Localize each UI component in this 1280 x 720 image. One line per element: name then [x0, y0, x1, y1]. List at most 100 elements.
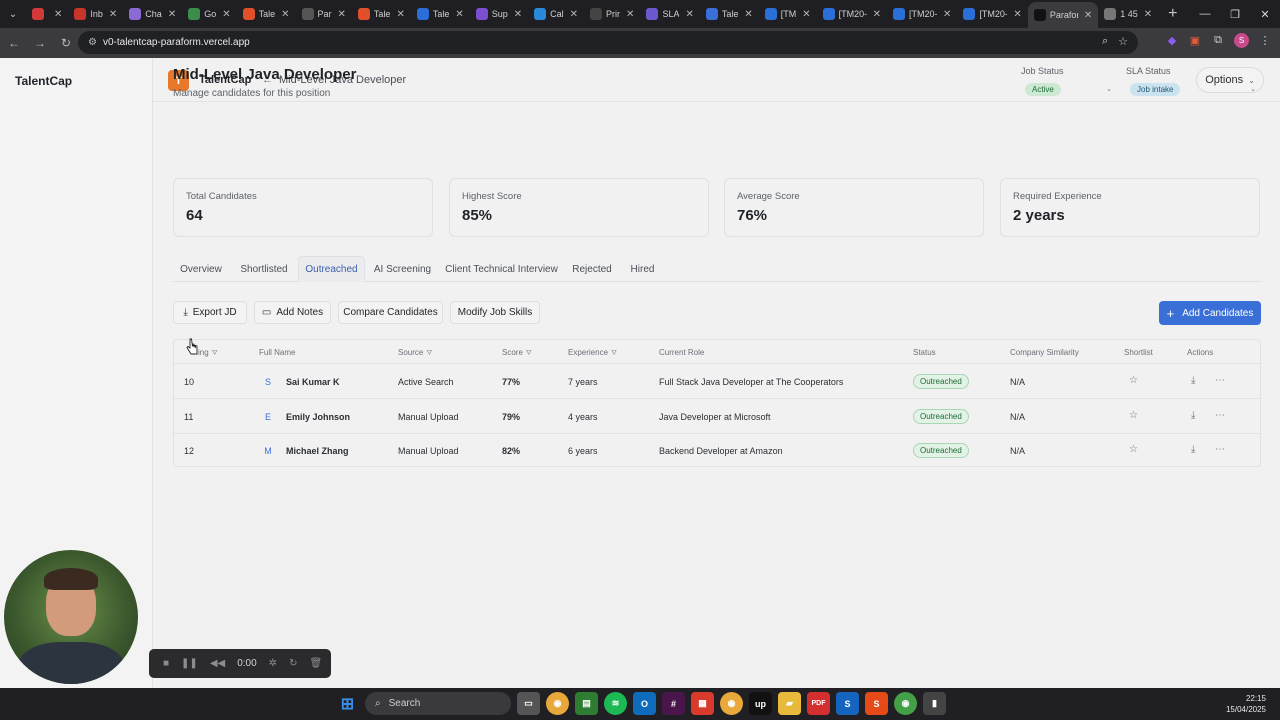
browser-tab[interactable]: [TM20- ✕ — [887, 3, 957, 25]
chrome-icon[interactable]: ◉ — [720, 692, 743, 715]
zoom-icon[interactable]: ⌕ — [1102, 35, 1108, 48]
tab-close-icon[interactable]: ✕ — [338, 9, 346, 20]
tab-close-icon[interactable]: ✕ — [744, 9, 752, 20]
tab-close-icon[interactable]: ✕ — [281, 9, 289, 20]
modify-job-skills-button[interactable]: Modify Job Skills — [450, 301, 540, 324]
app-icon[interactable]: ▤ — [575, 692, 598, 715]
more-icon[interactable]: ⋯ — [1215, 410, 1225, 421]
outlook-icon[interactable]: O — [633, 692, 656, 715]
browser-tab[interactable]: Tale ✕ — [237, 3, 296, 25]
browser-tab[interactable]: Sup ✕ — [470, 3, 528, 25]
tab-outreached[interactable]: Outreached — [298, 256, 365, 282]
tab-close-icon[interactable]: ✕ — [455, 9, 463, 20]
add-candidates-button[interactable]: + Add Candidates — [1159, 301, 1261, 325]
tab-shortlisted[interactable]: Shortlisted — [233, 256, 295, 282]
browser-tab[interactable]: Par ✕ — [296, 3, 352, 25]
tab-close-icon[interactable]: ✕ — [802, 9, 810, 20]
taskbar-search[interactable]: ⌕ Search — [365, 692, 511, 715]
tab-close-icon[interactable]: ✕ — [873, 9, 881, 20]
star-icon[interactable]: ☆ — [1129, 444, 1138, 455]
task-view-icon[interactable]: ▭ — [517, 692, 540, 715]
cell-name[interactable]: Michael Zhang — [286, 446, 349, 456]
browser-tab[interactable]: [TM ✕ — [759, 3, 817, 25]
cell-name[interactable]: Emily Johnson — [286, 412, 350, 422]
pause-icon[interactable]: ❚❚ — [181, 658, 198, 669]
address-bar[interactable]: ⚙ v0-talentcap-paraform.vercel.app ⌕ ☆ — [78, 31, 1138, 54]
tab-close-icon[interactable]: ✕ — [685, 9, 693, 20]
browser-tab[interactable]: [TM20- ✕ — [957, 3, 1027, 25]
tab-close-icon[interactable]: ✕ — [54, 9, 62, 20]
site-info-icon[interactable]: ⚙ — [88, 37, 97, 48]
tab-hired[interactable]: Hired — [624, 256, 661, 282]
settings-icon[interactable]: ✲ — [269, 658, 277, 669]
tab-rejected[interactable]: Rejected — [568, 256, 616, 282]
add-notes-button[interactable]: ▭ Add Notes — [254, 301, 331, 324]
file-explorer-icon[interactable]: ▰ — [778, 692, 801, 715]
browser-tab[interactable]: Parafor ✕ — [1027, 2, 1099, 28]
cell-name[interactable]: Sai Kumar K — [286, 377, 340, 387]
tab-overview[interactable]: Overview — [173, 256, 229, 282]
tab-client-technical-interview[interactable]: Client Technical Interview — [443, 256, 560, 282]
stop-icon[interactable]: ■ — [163, 658, 169, 669]
browser-tab[interactable]: Tale ✕ — [352, 3, 411, 25]
forward-icon[interactable]: → — [28, 31, 52, 55]
browser-tab[interactable]: [TM20- ✕ — [817, 3, 887, 25]
table-row[interactable]: 11 E Emily Johnson Manual Upload 79% 4 y… — [174, 400, 1260, 434]
profile-avatar[interactable]: S — [1234, 33, 1249, 48]
sla-status-select[interactable]: Job intake ⌄ — [1126, 80, 1260, 98]
browser-tab[interactable]: Go ✕ — [182, 3, 236, 25]
browser-tab[interactable]: Tale ✕ — [700, 3, 759, 25]
browser-tab[interactable]: Prir ✕ — [584, 3, 640, 25]
download-icon[interactable]: ⤓ — [1191, 444, 1195, 455]
header-source[interactable]: Source ⛛ — [398, 348, 432, 358]
app-icon[interactable]: ▦ — [691, 692, 714, 715]
download-icon[interactable]: ⤓ — [1191, 410, 1195, 421]
table-row[interactable]: 12 M Michael Zhang Manual Upload 82% 6 y… — [174, 434, 1260, 468]
tab-close-icon[interactable]: ✕ — [168, 9, 176, 20]
sidebar-brand[interactable]: TalentCap — [15, 74, 72, 88]
header-experience[interactable]: Experience ⛛ — [568, 348, 617, 358]
reload-icon[interactable]: ↻ — [54, 31, 78, 55]
header-ranking[interactable]: ing ⛛ — [198, 348, 218, 358]
browser-tab[interactable]: ✕ — [26, 3, 68, 25]
extensions-puzzle-icon[interactable]: ⧉ — [1211, 34, 1225, 48]
tab-search-icon[interactable]: ⌄ — [0, 0, 26, 28]
tab-close-icon[interactable]: ✕ — [222, 9, 230, 20]
chrome-icon[interactable]: ◉ — [894, 692, 917, 715]
app-icon[interactable]: S — [836, 692, 859, 715]
spotify-icon[interactable]: ≋ — [604, 692, 627, 715]
system-clock[interactable]: 22:15 15/04/2025 — [1226, 693, 1266, 715]
minimize-icon[interactable]: — — [1190, 0, 1220, 28]
rewind-icon[interactable]: ◀◀ — [210, 658, 225, 669]
tab-close-icon[interactable]: ✕ — [570, 9, 578, 20]
download-icon[interactable]: ⤓ — [1191, 375, 1195, 386]
chrome-icon[interactable]: ◉ — [546, 692, 569, 715]
browser-tab[interactable]: Inb ✕ — [68, 3, 123, 25]
windows-start-icon[interactable]: ⊞ — [336, 692, 359, 715]
star-icon[interactable]: ☆ — [1129, 375, 1138, 386]
more-icon[interactable]: ⋯ — [1215, 375, 1225, 386]
trash-icon[interactable]: 🗑 — [309, 658, 322, 669]
header-score[interactable]: Score ⛛ — [502, 348, 532, 358]
tab-close-icon[interactable]: ✕ — [1084, 10, 1092, 21]
slack-icon[interactable]: # — [662, 692, 685, 715]
tab-ai-screening[interactable]: AI Screening — [369, 256, 436, 282]
browser-tab[interactable]: 1 45 ✕ — [1098, 3, 1158, 25]
upwork-icon[interactable]: up — [749, 692, 772, 715]
tab-close-icon[interactable]: ✕ — [1144, 9, 1152, 20]
compare-candidates-button[interactable]: Compare Candidates — [338, 301, 443, 324]
more-icon[interactable]: ⋯ — [1215, 444, 1225, 455]
star-icon[interactable]: ☆ — [1129, 410, 1138, 421]
browser-tab[interactable]: Cha ✕ — [123, 3, 182, 25]
tab-close-icon[interactable]: ✕ — [626, 9, 634, 20]
tab-close-icon[interactable]: ✕ — [109, 9, 117, 20]
tab-close-icon[interactable]: ✕ — [1013, 9, 1021, 20]
back-icon[interactable]: ← — [2, 31, 26, 55]
browser-tab[interactable]: SLA ✕ — [640, 3, 699, 25]
restart-icon[interactable]: ↻ — [289, 658, 297, 669]
restore-icon[interactable]: ❐ — [1220, 0, 1250, 28]
app-icon[interactable]: ▮ — [923, 692, 946, 715]
browser-tab[interactable]: Tale ✕ — [411, 3, 470, 25]
browser-tab[interactable]: Cal ✕ — [528, 3, 584, 25]
app-icon[interactable]: S — [865, 692, 888, 715]
